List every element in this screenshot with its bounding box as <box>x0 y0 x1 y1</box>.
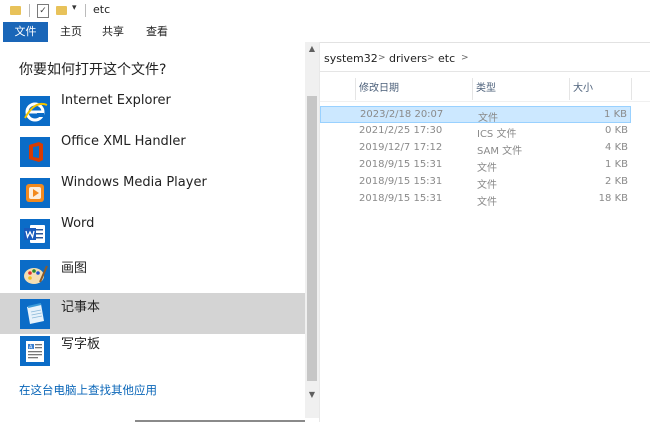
new-folder-icon[interactable] <box>56 6 67 15</box>
app-option-windows-media-player[interactable]: Windows Media Player <box>0 175 305 217</box>
column-header-date[interactable]: 修改日期 <box>359 78 399 100</box>
table-row[interactable]: 2018/9/15 15:31 文件 2 KB <box>320 174 631 191</box>
table-row[interactable]: 2023/2/18 20:07 文件 1 KB <box>320 106 631 124</box>
table-row[interactable]: 2019/12/7 17:12 SAM 文件 4 KB <box>320 140 631 157</box>
toolbar-separator <box>85 4 86 17</box>
scroll-down-icon[interactable]: ▼ <box>305 388 319 401</box>
wordpad-icon: A <box>20 336 50 366</box>
dialog-scrollbar[interactable]: ▲ ▼ <box>305 42 319 418</box>
ribbon: 文件 主页 共享 查看 <box>0 22 650 43</box>
column-separator[interactable] <box>631 78 632 100</box>
tab-file[interactable]: 文件 <box>3 22 48 42</box>
file-size: 1 KB <box>605 159 628 170</box>
svg-text:A: A <box>29 345 33 351</box>
app-option-wordpad[interactable]: A 写字板 <box>0 334 305 375</box>
column-separator[interactable] <box>569 78 570 100</box>
file-type: ICS 文件 <box>477 129 517 140</box>
app-label: Windows Media Player <box>61 175 207 190</box>
table-row[interactable]: 2018/9/15 15:31 文件 18 KB <box>320 191 631 208</box>
file-date: 2021/2/25 17:30 <box>359 125 443 136</box>
address-bar-border <box>320 71 650 72</box>
title-bar: ✓ ▾ etc <box>0 0 650 22</box>
tab-home[interactable]: 主页 <box>54 22 88 42</box>
notepad-icon <box>20 299 50 329</box>
app-label: Internet Explorer <box>61 93 171 108</box>
file-type: SAM 文件 <box>477 146 523 157</box>
app-label: 记事本 <box>61 300 101 315</box>
scroll-thumb[interactable] <box>307 96 317 381</box>
app-option-notepad[interactable]: 记事本 <box>0 293 305 334</box>
file-type: 文件 <box>477 163 497 174</box>
scroll-up-icon[interactable]: ▲ <box>305 42 319 55</box>
app-label: 写字板 <box>61 337 101 352</box>
file-date: 2018/9/15 15:31 <box>359 193 443 204</box>
breadcrumb-chevron-icon[interactable]: > <box>461 53 469 63</box>
app-option-word[interactable]: Word <box>0 216 305 258</box>
app-label: Office XML Handler <box>61 134 186 149</box>
file-size: 0 KB <box>605 125 628 136</box>
tab-view[interactable]: 查看 <box>140 22 174 42</box>
column-header-type[interactable]: 类型 <box>476 78 496 100</box>
file-date: 2018/9/15 15:31 <box>359 176 443 187</box>
column-header-size[interactable]: 大小 <box>573 78 593 100</box>
windows-media-player-icon <box>20 178 50 208</box>
file-date: 2018/9/15 15:31 <box>359 159 443 170</box>
word-icon <box>20 219 50 249</box>
breadcrumb-etc[interactable]: etc <box>438 52 455 65</box>
breadcrumb-system32[interactable]: system32 <box>324 52 378 65</box>
folder-icon[interactable] <box>10 6 21 15</box>
pane-divider <box>319 42 320 422</box>
find-other-apps-link[interactable]: 在这台电脑上查找其他应用 <box>19 382 157 398</box>
app-option-internet-explorer[interactable]: Internet Explorer <box>0 93 305 135</box>
breadcrumb: system32 > drivers > etc > <box>320 50 640 70</box>
properties-icon[interactable]: ✓ <box>37 4 49 18</box>
column-separator[interactable] <box>472 78 473 100</box>
customize-quick-access-icon[interactable]: ▾ <box>72 3 77 17</box>
column-separator[interactable] <box>355 78 356 100</box>
tab-share[interactable]: 共享 <box>96 22 130 42</box>
file-size: 1 KB <box>604 109 627 120</box>
header-border <box>320 101 650 102</box>
file-type: 文件 <box>478 113 498 124</box>
breadcrumb-chevron-icon[interactable]: > <box>378 53 386 63</box>
app-label: Word <box>61 216 95 231</box>
file-type: 文件 <box>477 197 497 208</box>
window-title: etc <box>93 3 111 16</box>
paint-icon <box>20 260 50 290</box>
internet-explorer-icon <box>20 96 50 126</box>
breadcrumb-drivers[interactable]: drivers <box>389 52 427 65</box>
table-row[interactable]: 2018/9/15 15:31 文件 1 KB <box>320 157 631 174</box>
table-row[interactable]: 2021/2/25 17:30 ICS 文件 0 KB <box>320 123 631 140</box>
office-icon <box>20 137 50 167</box>
dialog-title: 你要如何打开这个文件? <box>19 62 167 78</box>
file-size: 2 KB <box>605 176 628 187</box>
file-date: 2023/2/18 20:07 <box>360 109 444 120</box>
app-label: 画图 <box>61 261 88 276</box>
file-size: 18 KB <box>598 193 628 204</box>
breadcrumb-chevron-icon[interactable]: > <box>427 53 435 63</box>
toolbar-separator <box>29 4 30 17</box>
open-with-dialog: 你要如何打开这个文件? Internet Explorer Office XML… <box>0 42 318 422</box>
file-size: 4 KB <box>605 142 628 153</box>
app-option-office-xml-handler[interactable]: Office XML Handler <box>0 134 305 176</box>
file-type: 文件 <box>477 180 497 191</box>
file-date: 2019/12/7 17:12 <box>359 142 443 153</box>
